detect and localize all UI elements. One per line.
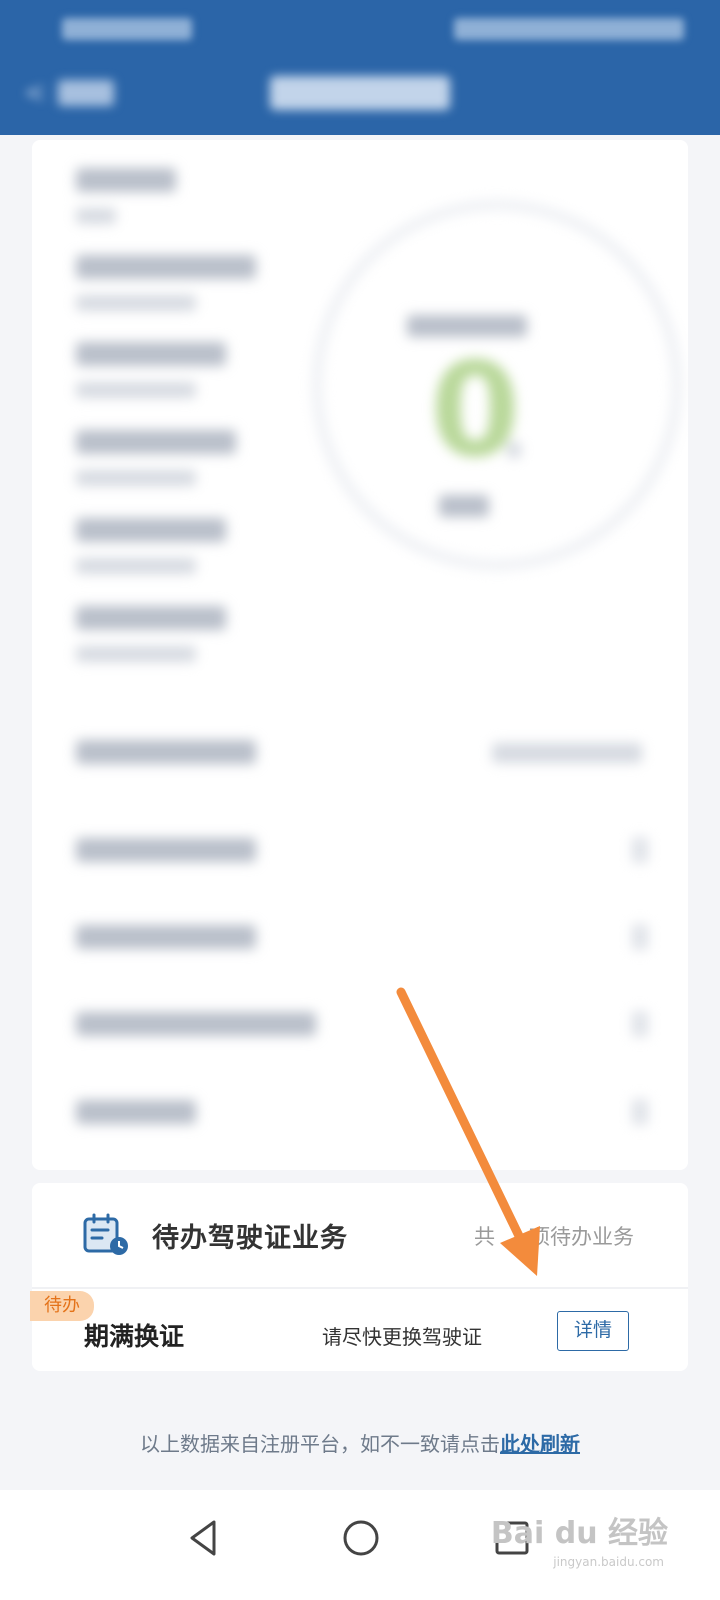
task-name: 期满换证: [84, 1322, 185, 1351]
blurred-content: 0: [32, 140, 688, 1170]
watermark-url: jingyan.baidu.com: [553, 1555, 664, 1569]
pending-total: 共 项待办业务: [474, 1221, 634, 1251]
data-source-note: 以上数据来自注册平台，如不一致请点击此处刷新: [0, 1428, 720, 1457]
data-source-text: 以上数据来自注册平台，如不一致请点击: [140, 1432, 500, 1456]
nav-home-icon[interactable]: [341, 1518, 381, 1558]
back-arrow-icon[interactable]: <: [24, 78, 46, 108]
status-bar: [0, 14, 720, 44]
pending-tasks-title: 待办驾驶证业务: [152, 1223, 348, 1254]
total-prefix: 共: [474, 1225, 495, 1249]
nav-bar: <: [0, 70, 720, 120]
back-label-blurred[interactable]: [58, 80, 114, 106]
refresh-link[interactable]: 此处刷新: [500, 1432, 580, 1456]
status-right-blurred: [454, 18, 684, 40]
app-header: <: [0, 0, 720, 135]
document-clock-icon: [83, 1213, 128, 1255]
status-left-blurred: [62, 18, 192, 40]
task-description: 请尽快更换驾驶证: [322, 1325, 482, 1349]
nav-back-icon[interactable]: [186, 1518, 220, 1558]
page-title-blurred: [270, 76, 450, 110]
detail-button[interactable]: 详情: [557, 1311, 629, 1351]
license-info-card: 0: [32, 140, 688, 1170]
total-suffix: 项待办业务: [529, 1225, 634, 1249]
divider: [32, 1287, 688, 1289]
watermark-brand: Bai du 经验: [490, 1516, 668, 1551]
pending-tasks-card: 待办驾驶证业务 共项待办业务 待办 期满换证 请尽快更换驾驶证 详情: [30, 1183, 688, 1371]
